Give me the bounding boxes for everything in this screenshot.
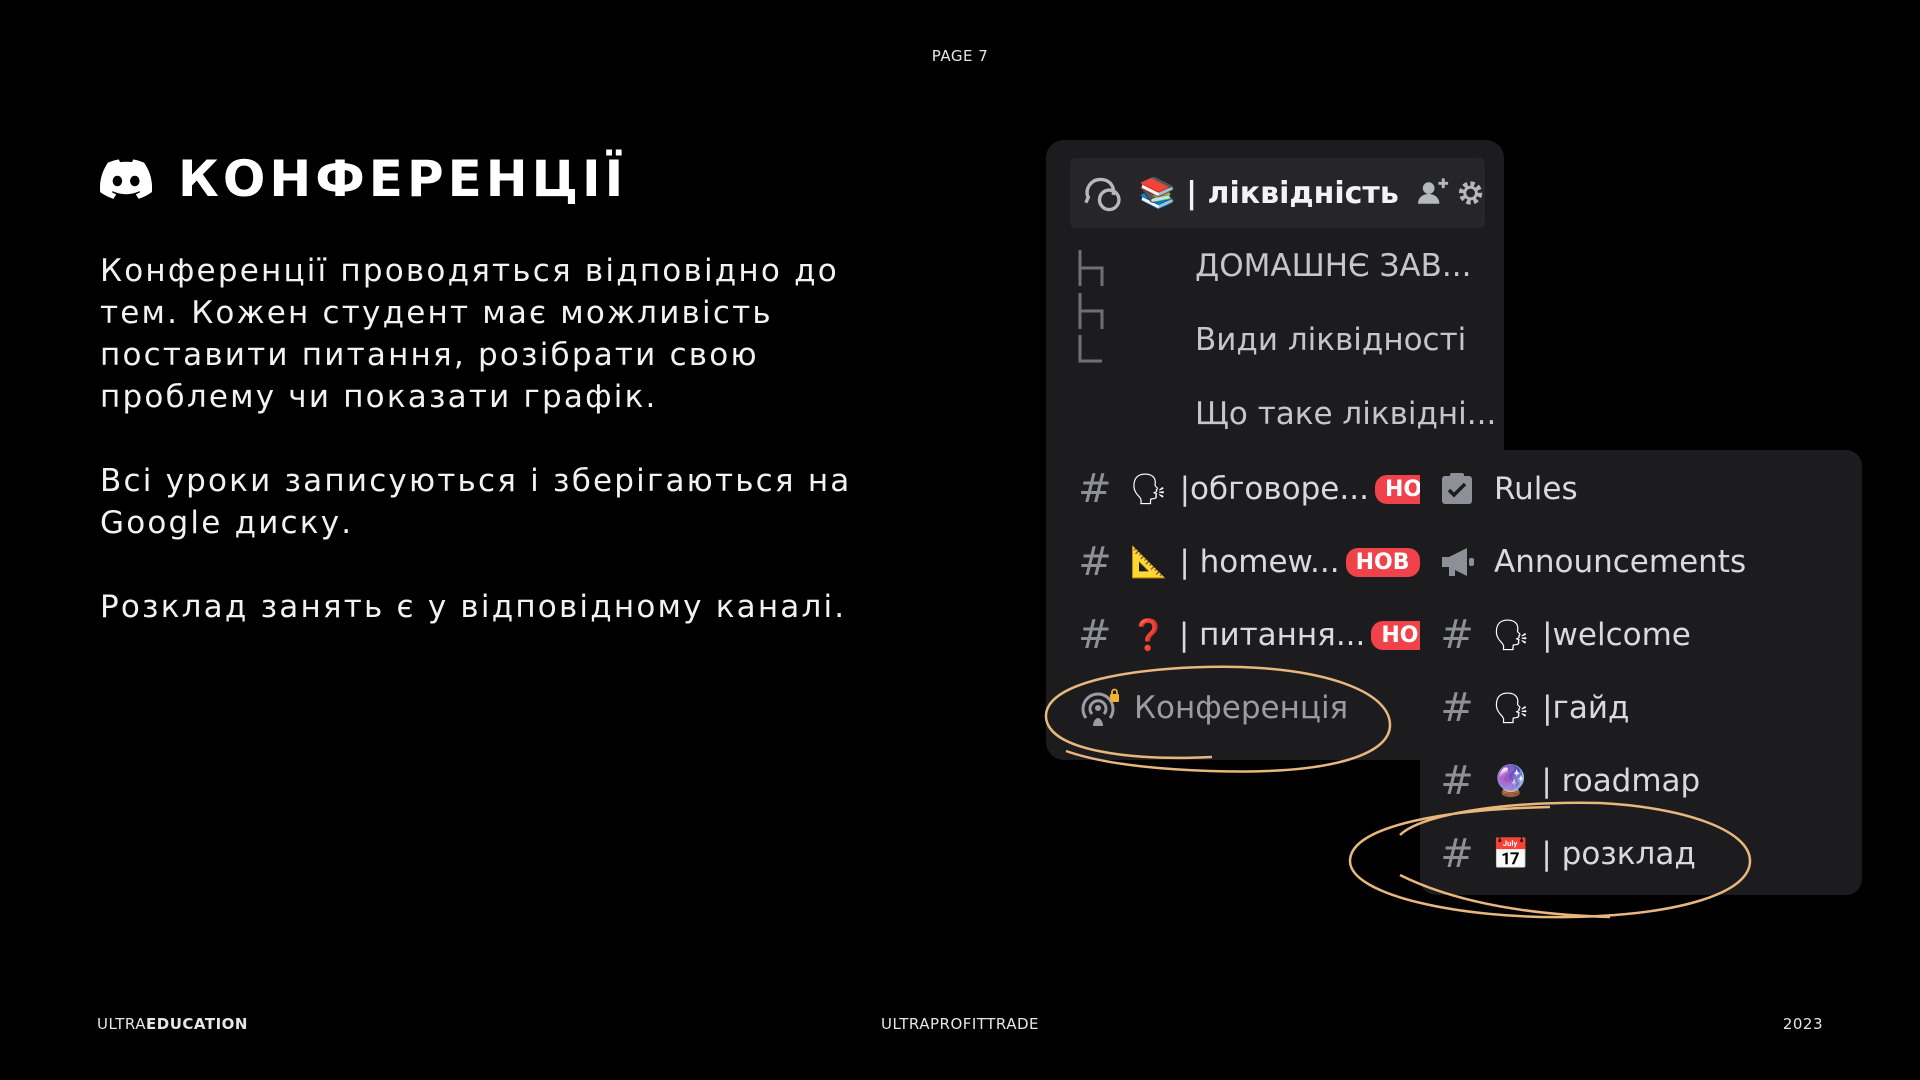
channel-name: Rules bbox=[1494, 471, 1578, 507]
speaking-head-icon: 🗣 bbox=[1492, 617, 1531, 653]
new-badge: НОВ bbox=[1374, 474, 1422, 504]
paragraph-3: Розклад занять є у відповідному каналі. bbox=[100, 589, 847, 625]
highlight-ellipse-schedule bbox=[1348, 801, 1752, 919]
discord-logo-icon bbox=[100, 159, 152, 199]
channel-name: |гайд bbox=[1542, 690, 1630, 726]
speaking-head-icon: 🗣 bbox=[1129, 471, 1168, 507]
header-channel-name: | ліквідність bbox=[1186, 175, 1399, 211]
channel-item[interactable]: # 🗣 |гайд bbox=[1440, 683, 1629, 733]
hash-icon: # bbox=[1078, 612, 1112, 658]
hash-icon: # bbox=[1440, 612, 1474, 658]
page-title: КОНФЕРЕНЦІЇ bbox=[178, 150, 628, 208]
channel-item[interactable]: # ❓ | питання... НОВ bbox=[1078, 610, 1422, 660]
crystal-ball-icon: 🔮 bbox=[1492, 763, 1530, 799]
hash-icon: # bbox=[1078, 539, 1112, 585]
thread-name: Що таке ліквідні... bbox=[1195, 396, 1497, 432]
channel-header[interactable]: 📚 | ліквідність bbox=[1070, 158, 1485, 228]
paragraph-1: Конференції проводяться відповідно до те… bbox=[100, 253, 839, 415]
channel-item[interactable]: # 📐 | homew... НОВ bbox=[1078, 537, 1422, 587]
gear-icon[interactable] bbox=[1456, 178, 1485, 208]
add-member-icon[interactable] bbox=[1417, 176, 1450, 210]
thread-item[interactable]: Що таке ліквідні... bbox=[1195, 394, 1496, 434]
channel-item[interactable]: # 🗣 |обговоре... НОВ bbox=[1078, 464, 1422, 514]
question-mark-icon: ❓ bbox=[1129, 617, 1167, 653]
triangle-ruler-icon: 📐 bbox=[1130, 544, 1168, 580]
rules-icon bbox=[1442, 473, 1472, 504]
highlight-ellipse-conference bbox=[1044, 665, 1392, 773]
thread-tree-lines bbox=[1078, 250, 1104, 363]
thread-name: ДОМАШНЄ ЗАВ... bbox=[1195, 248, 1472, 284]
thread-item[interactable]: Види ліквідності bbox=[1195, 320, 1466, 360]
title-row: КОНФЕРЕНЦІЇ bbox=[100, 150, 627, 208]
thread-name: Види ліквідності bbox=[1195, 322, 1467, 358]
paragraph-2: Всі уроки записуються і зберігаються на … bbox=[100, 463, 852, 541]
description: Конференції проводяться відповідно до те… bbox=[100, 250, 860, 670]
thread-item[interactable]: ДОМАШНЄ ЗАВ... bbox=[1195, 246, 1471, 286]
speaking-head-icon: 🗣 bbox=[1492, 690, 1531, 726]
footer-center: ULTRAPROFITTRADE bbox=[881, 1015, 1039, 1033]
books-icon: 📚 bbox=[1138, 175, 1177, 211]
channel-item[interactable]: Rules bbox=[1440, 464, 1578, 514]
channel-item[interactable]: # 🗣 |welcome bbox=[1440, 610, 1691, 660]
hash-icon: # bbox=[1440, 685, 1474, 731]
channel-name: |welcome bbox=[1542, 617, 1691, 653]
channel-name: | homew... bbox=[1179, 544, 1340, 580]
page-label: PAGE 7 bbox=[931, 47, 989, 65]
channel-name: | roadmap bbox=[1541, 763, 1701, 799]
megaphone-icon bbox=[1442, 548, 1474, 576]
threads-icon bbox=[1084, 177, 1121, 212]
channel-item[interactable]: Announcements bbox=[1440, 537, 1746, 587]
channel-name: |обговоре... bbox=[1179, 471, 1369, 507]
channel-name: | питання... bbox=[1178, 617, 1366, 653]
footer-year: 2023 bbox=[1782, 1015, 1823, 1033]
new-badge: НОВ bbox=[1345, 547, 1420, 577]
new-badge: НОВ bbox=[1371, 620, 1422, 650]
hash-icon: # bbox=[1078, 466, 1112, 512]
channel-name: Announcements bbox=[1494, 544, 1747, 580]
